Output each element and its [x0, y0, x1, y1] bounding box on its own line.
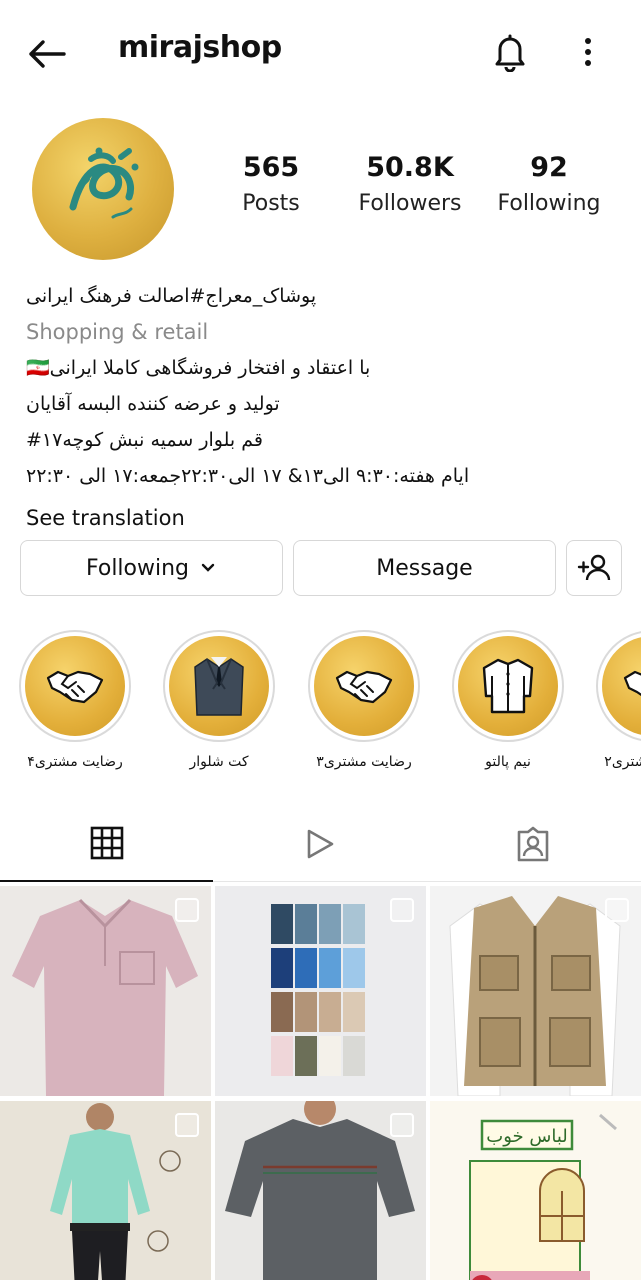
bio-line: ایام هفته:۹:۳۰ الی۱۳& ۱۷ الی۲۲:۳۰جمعه:۱۷…: [26, 465, 470, 487]
highlight-item[interactable]: رضایت مشتری۲: [592, 630, 641, 770]
bio-line: 🇮🇷با اعتقاد و افتخار فروشگاهی کاملا ایرا…: [26, 357, 371, 379]
following-count-label: Following: [497, 191, 601, 216]
highlight-item[interactable]: رضایت مشتری۴: [15, 630, 135, 770]
brand-logo-icon: [69, 147, 139, 219]
followers-count-value: 50.8K: [366, 152, 454, 183]
tab-tagged[interactable]: [426, 806, 639, 882]
highlight-label: نیم پالتو: [485, 754, 531, 770]
followers-count[interactable]: 50.8K Followers: [345, 152, 475, 216]
notifications-button[interactable]: [488, 28, 532, 76]
bio-category[interactable]: Shopping & retail: [26, 314, 616, 350]
back-button[interactable]: [22, 30, 70, 78]
highlight-cover: [458, 636, 558, 736]
shirt-icon: [482, 658, 534, 714]
highlight-cover: [25, 636, 125, 736]
select-checkbox[interactable]: [175, 1113, 199, 1137]
following-count[interactable]: 92 Following: [484, 152, 614, 216]
highlight-ring: [596, 630, 641, 742]
tagged-person-icon: [517, 826, 548, 862]
highlight-ring: [19, 630, 131, 742]
following-button-label: Following: [85, 555, 190, 581]
handshake-icon: [623, 670, 641, 696]
posts-count[interactable]: 565 Posts: [206, 152, 336, 216]
profile-bio: پوشاک_معراج#اصالت فرهنگ ایرانی Shopping …: [26, 278, 616, 536]
highlight-item[interactable]: رضایت مشتری۳: [304, 630, 424, 770]
select-checkbox[interactable]: [390, 898, 414, 922]
followers-count-label: Followers: [358, 191, 462, 216]
highlight-cover: [169, 636, 269, 736]
following-button[interactable]: Following: [20, 540, 283, 596]
highlight-cover: [602, 636, 641, 736]
tab-posts-grid[interactable]: [0, 806, 213, 882]
suit-icon: [194, 657, 244, 716]
story-highlights: رضایت مشتری۴ کت شلوار رضایت مشتری۳ نیم پ…: [0, 630, 641, 780]
grid-icon: [90, 826, 123, 860]
post-thumbnail[interactable]: [215, 1101, 426, 1280]
play-icon: [307, 829, 333, 859]
handshake-icon: [46, 670, 104, 704]
post-thumbnail[interactable]: [215, 886, 426, 1096]
profile-tabs: [0, 806, 641, 882]
highlight-ring: [308, 630, 420, 742]
back-arrow-icon: [29, 40, 66, 68]
highlight-label: رضایت مشتری۲: [604, 754, 641, 770]
bell-icon: [495, 34, 525, 72]
highlight-label: رضایت مشتری۴: [27, 754, 123, 770]
profile-username: mirajshop: [118, 30, 282, 65]
posts-count-value: 565: [242, 152, 300, 183]
cartoon-image: لباس خوب: [430, 1101, 641, 1280]
post-thumbnail[interactable]: [0, 1101, 211, 1280]
handshake-icon: [335, 670, 393, 704]
profile-avatar[interactable]: [32, 118, 174, 260]
chevron-down-icon: [201, 563, 215, 572]
bio-name: پوشاک_معراج#اصالت فرهنگ ایرانی: [26, 285, 317, 307]
bio-line: تولید و عرضه کننده البسه آقایان: [26, 393, 280, 415]
posts-count-label: Posts: [242, 191, 300, 216]
bio-line: قم بلوار سمیه نبش کوچه۱۷#: [26, 429, 263, 451]
post-thumbnail[interactable]: لباس خوب: [430, 1101, 641, 1280]
highlight-ring: [163, 630, 275, 742]
following-count-value: 92: [530, 152, 568, 183]
post-thumbnail[interactable]: [0, 886, 211, 1096]
message-button-label: Message: [376, 555, 473, 581]
post-thumbnail[interactable]: [430, 886, 641, 1096]
highlight-label: کت شلوار: [189, 754, 249, 770]
cartoon-sign-text: لباس خوب: [486, 1126, 567, 1147]
highlight-label: رضایت مشتری۳: [316, 754, 412, 770]
select-checkbox[interactable]: [175, 898, 199, 922]
message-button[interactable]: Message: [293, 540, 556, 596]
tab-reels[interactable]: [213, 806, 426, 882]
highlight-cover: [314, 636, 414, 736]
select-checkbox[interactable]: [605, 898, 629, 922]
add-user-icon: [577, 554, 611, 581]
highlight-ring: [452, 630, 564, 742]
highlight-item[interactable]: نیم پالتو: [448, 630, 568, 770]
more-vertical-icon: [585, 38, 591, 66]
suggested-users-button[interactable]: [566, 540, 622, 596]
top-bar: mirajshop: [0, 0, 641, 104]
select-checkbox[interactable]: [390, 1113, 414, 1137]
see-translation-link[interactable]: See translation: [26, 500, 616, 536]
highlight-item[interactable]: کت شلوار: [159, 630, 279, 770]
more-options-button[interactable]: [570, 28, 606, 76]
